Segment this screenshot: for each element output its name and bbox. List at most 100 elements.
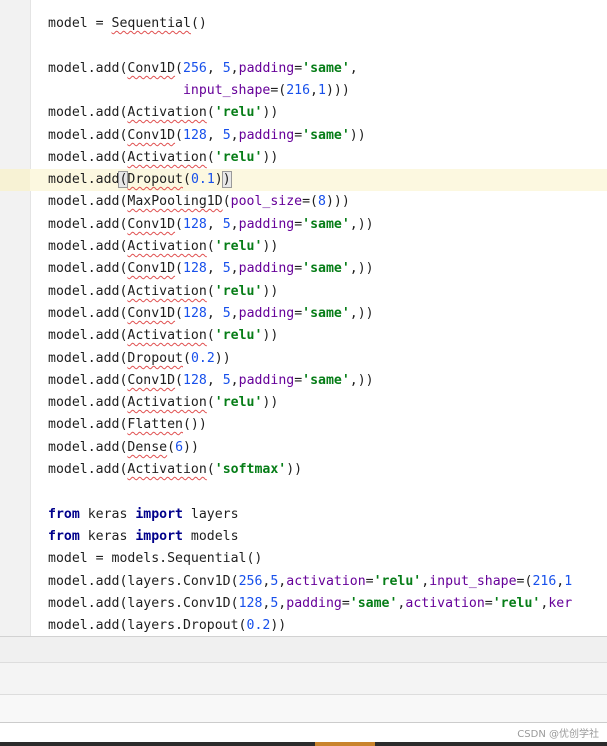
code-token: , <box>206 61 223 76</box>
code-line[interactable]: model.add(layers.Conv1D(128,5,padding='s… <box>48 593 572 615</box>
code-token: , <box>421 574 430 589</box>
code-token: , <box>310 83 318 98</box>
code-token-str: 'relu' <box>214 150 263 165</box>
code-line[interactable]: model.add(Conv1D(128, 5,padding='same')) <box>48 125 366 147</box>
code-token-num: 128 <box>183 261 207 276</box>
code-line[interactable]: model.add(Activation('relu')) <box>48 325 278 347</box>
code-token: model.add( <box>48 462 128 477</box>
code-token-num: 8 <box>318 194 326 209</box>
code-token: ( <box>206 395 215 410</box>
code-line[interactable]: model.add(MaxPooling1D(pool_size=(8))) <box>48 191 350 213</box>
code-token: ( <box>175 306 183 321</box>
code-line[interactable]: model.add(Activation('relu')) <box>48 392 278 414</box>
code-token: model.add( <box>48 417 128 432</box>
code-token: model.add( <box>48 194 128 209</box>
code-line[interactable]: model = Sequential() <box>48 13 207 35</box>
code-token-err: Dense <box>127 440 168 455</box>
code-line[interactable]: model.add(Dropout(0.1)) <box>48 169 232 191</box>
code-editor[interactable]: model = Sequential() model.add(Conv1D(256… <box>0 0 607 636</box>
code-line[interactable]: model.add(Activation('relu')) <box>48 281 278 303</box>
code-token-param: padding <box>238 373 295 388</box>
code-token-str: 'same' <box>302 61 350 76</box>
code-token: model.add(layers.Dropout( <box>48 618 247 633</box>
code-line[interactable]: model.add(Activation('softmax')) <box>48 459 302 481</box>
code-line[interactable]: model.add(Conv1D(128, 5,padding='same',)… <box>48 258 374 280</box>
code-token-err: Conv1D <box>127 373 176 388</box>
code-line[interactable]: model.add(Dense(6)) <box>48 437 199 459</box>
code-token-num: 128 <box>183 373 207 388</box>
code-token: , <box>349 61 358 76</box>
code-token: ( <box>175 61 183 76</box>
code-line[interactable]: model.add(Conv1D(128, 5,padding='same',)… <box>48 370 374 392</box>
code-token: )) <box>262 284 279 299</box>
code-line[interactable]: model.add(Activation('relu')) <box>48 147 278 169</box>
code-token: () <box>190 16 207 31</box>
code-token-err: Conv1D <box>127 128 176 143</box>
code-line[interactable]: model.add(Conv1D(128, 5,padding='same',)… <box>48 303 374 325</box>
code-line[interactable]: model.add(Dropout(0.2)) <box>48 348 231 370</box>
code-token: model.add( <box>48 61 128 76</box>
code-token: ( <box>206 462 215 477</box>
code-token: model.add( <box>48 217 128 232</box>
code-token: = <box>365 574 374 589</box>
code-token-kw: from <box>48 507 80 522</box>
code-token: model.add( <box>48 306 128 321</box>
code-token-err: Activation <box>127 239 207 254</box>
code-token: = <box>294 61 303 76</box>
code-line[interactable]: from keras import models <box>48 526 239 548</box>
code-token-err: Activation <box>127 284 207 299</box>
code-token: ))) <box>325 83 350 98</box>
code-line[interactable]: model.add(Conv1D(256, 5,padding='same', <box>48 58 358 80</box>
code-token: = <box>341 596 350 611</box>
code-token: = <box>294 306 303 321</box>
code-token-err: MaxPooling1D <box>127 194 223 209</box>
code-line[interactable]: model.add(layers.Conv1D(256,5,activation… <box>48 571 572 593</box>
editor-bottom-bar <box>0 636 607 663</box>
code-line[interactable]: input_shape=(216,1))) <box>48 80 350 102</box>
code-token: layers <box>182 507 239 522</box>
code-token-param: padding <box>238 261 295 276</box>
tool-window-panel <box>0 662 607 695</box>
taskbar-active-item[interactable] <box>315 742 375 746</box>
code-token: keras <box>79 529 136 544</box>
code-token-param: padding <box>238 61 295 76</box>
code-token-err: Activation <box>127 150 207 165</box>
code-line[interactable]: model = models.Sequential() <box>48 548 262 570</box>
code-token-err: Activation <box>127 462 207 477</box>
code-token: ( <box>206 105 215 120</box>
code-token: model.add( <box>48 351 128 366</box>
code-token: = <box>294 261 303 276</box>
code-token-num: 0.2 <box>246 618 271 633</box>
code-token-param: input_shape <box>182 83 271 98</box>
code-token: , <box>206 306 223 321</box>
code-line[interactable]: from keras import layers <box>48 504 239 526</box>
code-token: model.add( <box>48 395 128 410</box>
code-line[interactable]: model.add(Activation('relu')) <box>48 236 278 258</box>
code-token-num: 216 <box>286 83 311 98</box>
code-token-num: 6 <box>175 440 184 455</box>
code-token-str: 'relu' <box>373 574 422 589</box>
code-line[interactable]: model.add(Conv1D(128, 5,padding='same',)… <box>48 214 374 236</box>
code-token: ( <box>183 172 191 187</box>
code-token: =( <box>516 574 533 589</box>
code-token-param: pool_size <box>230 194 303 209</box>
code-token-num: 5 <box>222 373 231 388</box>
code-line[interactable]: model.add(Flatten()) <box>48 414 207 436</box>
code-token-num: 128 <box>183 306 207 321</box>
code-token: , <box>230 261 239 276</box>
code-token-param: input_shape <box>429 574 517 589</box>
code-token-err: Dropout <box>127 351 183 366</box>
code-line[interactable]: model.add(Activation('relu')) <box>48 102 278 124</box>
code-token-str: 'same' <box>302 373 350 388</box>
code-token: models <box>182 529 239 544</box>
code-token: model.add(layers.Conv1D( <box>48 596 239 611</box>
code-token-num: 0.2 <box>190 351 215 366</box>
code-token-param: ker <box>548 596 573 611</box>
code-token: ( <box>175 128 183 143</box>
code-token: , <box>230 128 239 143</box>
code-token-num: 128 <box>183 128 207 143</box>
code-token: )) <box>262 150 279 165</box>
code-token: ( <box>175 373 183 388</box>
code-line[interactable]: model.add(layers.Dropout(0.2)) <box>48 615 286 636</box>
code-token-str: 'same' <box>302 261 350 276</box>
